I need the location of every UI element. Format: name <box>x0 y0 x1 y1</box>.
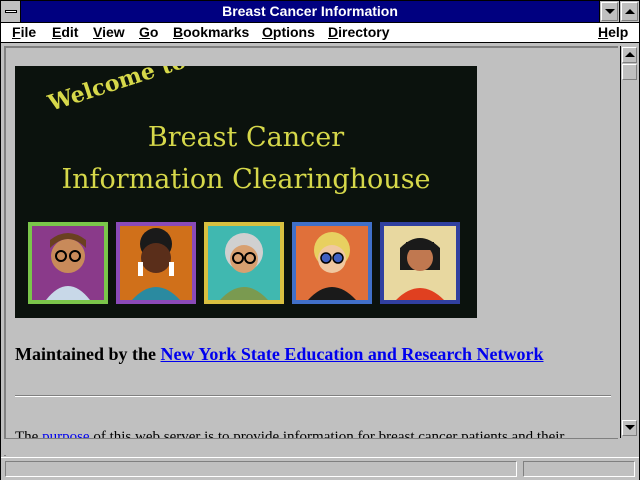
minimize-icon <box>605 9 615 14</box>
portrait-tile-1 <box>28 222 108 304</box>
portrait-woman-bob-hair-icon <box>384 226 456 300</box>
menu-bookmarks[interactable]: Bookmarks <box>173 23 249 42</box>
menu-edit[interactable]: Edit <box>52 23 78 42</box>
title-bar[interactable]: Breast Cancer Information <box>1 1 639 23</box>
window-title: Breast Cancer Information <box>222 3 398 19</box>
status-bar <box>1 457 639 480</box>
system-menu-button[interactable] <box>1 1 21 22</box>
portrait-woman-glasses-icon <box>32 226 104 300</box>
menu-file[interactable]: File <box>12 23 36 42</box>
menu-bar: File Edit View Go Bookmarks Options Dire… <box>1 23 639 43</box>
horizontal-scroll-area <box>4 438 618 455</box>
scroll-up-button[interactable] <box>622 47 637 63</box>
portrait-tile-3 <box>204 222 284 304</box>
portrait-tile-4 <box>292 222 372 304</box>
system-menu-icon <box>5 10 17 13</box>
vertical-scrollbar[interactable] <box>620 46 637 438</box>
arrow-down-icon <box>625 425 635 430</box>
portrait-woman-earrings-icon <box>120 226 192 300</box>
portrait-tile-5 <box>380 222 460 304</box>
menu-options[interactable]: Options <box>262 23 315 42</box>
welcome-banner-image: Welcome to the Breast Cancer Information… <box>15 66 477 318</box>
scroll-thumb[interactable] <box>622 64 637 80</box>
horizontal-rule <box>15 395 611 397</box>
portrait-woman-sunglasses-icon <box>296 226 368 300</box>
minimize-button[interactable] <box>599 1 619 22</box>
menu-directory[interactable]: Directory <box>328 23 389 42</box>
progress-indicator <box>523 461 635 477</box>
scroll-down-button[interactable] <box>622 420 637 436</box>
menu-view[interactable]: View <box>93 23 125 42</box>
menu-go[interactable]: Go <box>139 23 158 42</box>
nysernet-link[interactable]: New York State Education and Research Ne… <box>161 344 544 364</box>
maintained-by-line: Maintained by the New York State Educati… <box>15 344 544 365</box>
maximize-icon <box>625 9 635 14</box>
banner-title-line2: Information Clearinghouse <box>61 164 431 195</box>
menu-help[interactable]: Help <box>598 23 628 42</box>
status-text <box>5 461 517 477</box>
portrait-tile-2 <box>116 222 196 304</box>
banner-welcome-text: Welcome to the <box>45 66 235 117</box>
maintained-by-label: Maintained by the <box>15 344 157 364</box>
content-viewport[interactable]: Welcome to the Breast Cancer Information… <box>4 46 618 456</box>
banner-title-line1: Breast Cancer <box>147 122 345 153</box>
arrow-up-icon <box>625 52 635 57</box>
maximize-button[interactable] <box>619 1 639 22</box>
portrait-older-woman-icon <box>208 226 280 300</box>
browser-window: Breast Cancer Information File Edit View… <box>0 0 640 480</box>
